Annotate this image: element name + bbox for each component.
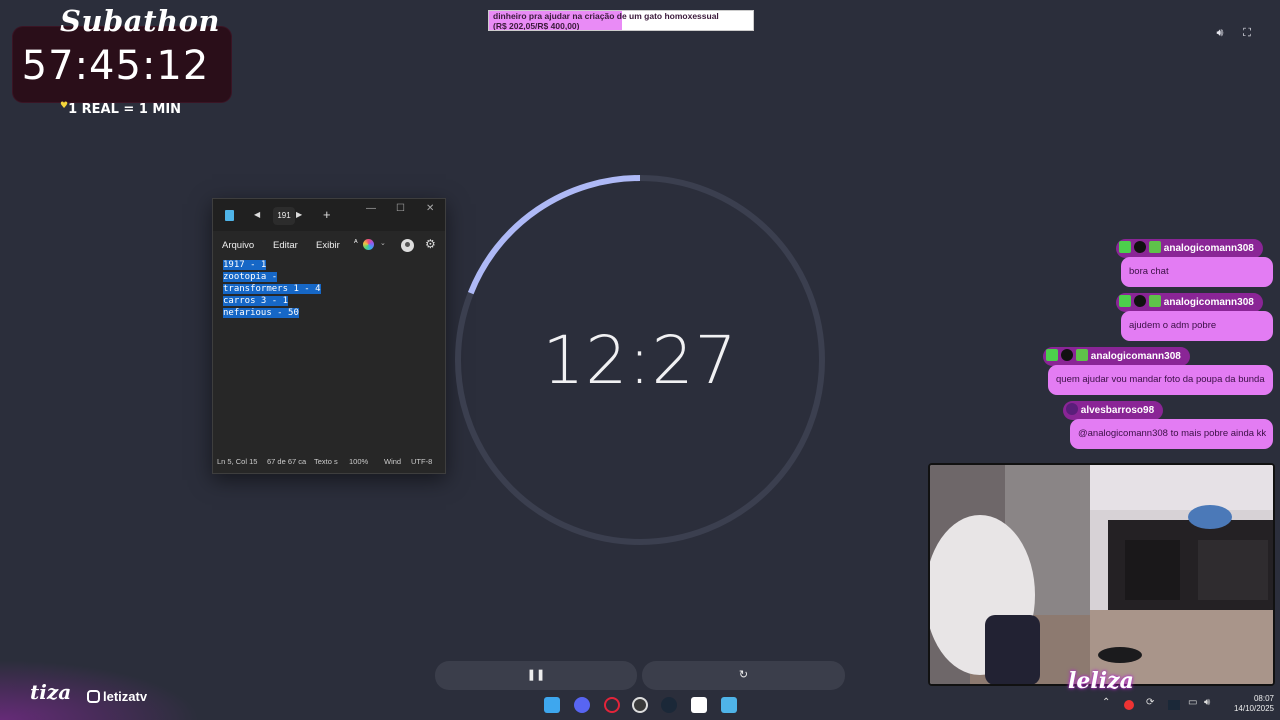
chat-message: bora chat: [1121, 257, 1273, 287]
donation-goal-title: dinheiro pra ajudar na criação de um gat…: [493, 11, 719, 21]
pause-icon: ❚❚: [526, 669, 546, 681]
chat-username-text: analogicomann308: [1163, 297, 1254, 308]
steam-icon[interactable]: [661, 697, 677, 713]
chat-username-text: alvesbarroso98: [1080, 405, 1155, 416]
windows-start-icon[interactable]: [544, 697, 560, 713]
countdown-time: 12:27: [542, 322, 738, 399]
chat-username-text: analogicomann308: [1090, 351, 1181, 362]
tray-app-icon[interactable]: [1124, 700, 1134, 710]
status-text-label: Texto s: [314, 457, 338, 466]
webcam-image: [930, 465, 1273, 684]
status-chars: 67 de 67 ca: [267, 457, 307, 466]
discord-icon[interactable]: [574, 697, 590, 713]
chat-message: quem ajudar vou mandar foto da poupa da …: [1048, 365, 1273, 395]
text-line: carros 3 - 1: [223, 296, 289, 306]
tab-next-icon[interactable]: ▶: [296, 210, 302, 219]
text-line: zootopia -: [223, 272, 278, 282]
clock-date: 14/10/2025: [1233, 704, 1274, 713]
chat-username: analogicomann308: [1043, 347, 1190, 366]
status-line-ending[interactable]: Wind: [384, 457, 401, 466]
cat-badge-icon: [1134, 295, 1146, 307]
new-tab-button[interactable]: +: [323, 207, 331, 222]
copilot-icon[interactable]: [363, 239, 374, 250]
sub-badge-icon: [1076, 349, 1088, 361]
network-icon[interactable]: ▭: [1188, 697, 1197, 708]
status-zoom[interactable]: 100%: [349, 457, 368, 466]
format-icon[interactable]: ᴬ: [354, 238, 358, 247]
text-line: transformers 1 - 4: [223, 284, 321, 294]
heart-icon: ♥: [60, 101, 69, 111]
tray-sync-icon[interactable]: ⟳: [1146, 697, 1154, 708]
fullscreen-icon[interactable]: ⛶: [1240, 26, 1254, 40]
account-avatar[interactable]: [401, 239, 414, 252]
cam-logo: leliza: [1068, 668, 1134, 694]
notepad-icon: [225, 210, 234, 221]
user-badge-icon: [1066, 403, 1078, 415]
text-line: 1917 - 1: [223, 260, 267, 270]
status-encoding[interactable]: UTF-8: [411, 457, 432, 466]
menu-exibir[interactable]: Exibir: [316, 240, 340, 251]
minimize-button[interactable]: —: [366, 203, 376, 214]
instagram-handle: letizatv: [87, 689, 147, 704]
close-button[interactable]: ✕: [426, 203, 434, 214]
tray-steam-icon[interactable]: [1168, 700, 1180, 710]
maximize-button[interactable]: ☐: [396, 203, 405, 214]
obs-icon[interactable]: [632, 697, 648, 713]
chat-username: alvesbarroso98: [1063, 401, 1164, 420]
notepad-window: ◀ 191 ▶ + — ☐ ✕ Arquivo Editar Exibir ᴬ …: [212, 198, 446, 474]
pause-button[interactable]: ❚❚: [435, 661, 637, 690]
gear-icon[interactable]: ⚙: [425, 237, 436, 251]
speaker-icon[interactable]: 🔊︎: [1204, 697, 1210, 708]
cat-badge-icon: [1061, 349, 1073, 361]
notepad-taskbar-icon[interactable]: [721, 697, 737, 713]
mod-badge-icon: [1046, 349, 1058, 361]
text-line: nefarious - 50: [223, 308, 299, 318]
capcut-icon[interactable]: [691, 697, 707, 713]
cat-badge-icon: [1134, 241, 1146, 253]
chat-username: analogicomann308: [1116, 239, 1263, 258]
reset-icon: ↻: [738, 669, 749, 681]
brand-logo: tiza: [30, 680, 72, 704]
notepad-tab[interactable]: 191: [273, 207, 295, 225]
chevron-up-icon[interactable]: ⌃: [1102, 697, 1110, 708]
donation-goal-amount: (R$ 202,05/R$ 400,00): [493, 21, 580, 31]
instagram-text: letizatv: [103, 689, 148, 704]
mod-badge-icon: [1119, 295, 1131, 307]
mod-badge-icon: [1119, 241, 1131, 253]
sub-badge-icon: [1149, 295, 1161, 307]
donation-goal-bar: dinheiro pra ajudar na criação de um gat…: [488, 10, 754, 31]
webcam-feed: [928, 463, 1275, 686]
chat-message: @analogicomann308 to mais pobre ainda kk: [1070, 419, 1273, 449]
subathon-title: Subathon: [60, 4, 221, 38]
menu-editar[interactable]: Editar: [273, 240, 298, 251]
chevron-down-icon[interactable]: ⌄: [380, 239, 386, 247]
chat-message: ajudem o adm pobre: [1121, 311, 1273, 341]
notepad-text-area[interactable]: 1917 - 1 zootopia - transformers 1 - 4 c…: [213, 259, 445, 451]
instagram-icon: [87, 690, 100, 703]
taskbar-clock[interactable]: 08:07 14/10/2025: [1222, 694, 1274, 714]
opera-icon[interactable]: [604, 697, 620, 713]
reset-button[interactable]: ↻: [642, 661, 845, 690]
menu-arquivo[interactable]: Arquivo: [222, 240, 254, 251]
chat-username-text: analogicomann308: [1163, 243, 1254, 254]
sub-badge-icon: [1149, 241, 1161, 253]
notepad-statusbar: Ln 5, Col 15 67 de 67 ca Texto s 100% Wi…: [213, 451, 445, 473]
status-position: Ln 5, Col 15: [217, 457, 258, 466]
chat-username: analogicomann308: [1116, 293, 1263, 312]
subathon-rate: ♥1 REAL = 1 MIN: [60, 101, 182, 117]
volume-icon[interactable]: 🔊︎: [1213, 26, 1227, 40]
tab-prev-icon[interactable]: ◀: [254, 210, 260, 219]
clock-time: 08:07: [1253, 694, 1274, 703]
notepad-titlebar[interactable]: ◀ 191 ▶ + — ☐ ✕: [213, 199, 445, 231]
subathon-rate-text: 1 REAL = 1 MIN: [68, 102, 182, 117]
subathon-timer: 57:45:12: [21, 43, 210, 89]
donation-goal-text: dinheiro pra ajudar na criação de um gat…: [493, 11, 719, 31]
notepad-menubar: Arquivo Editar Exibir ᴬ ⌄ ⚙: [213, 231, 445, 259]
